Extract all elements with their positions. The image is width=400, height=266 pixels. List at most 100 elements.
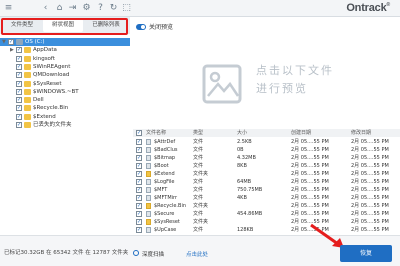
cell-size: 128KB bbox=[237, 227, 254, 233]
table-row[interactable]: ✓ $UpCase 文件 128KB 2月 05....55 PM 2月 05....55… bbox=[133, 226, 400, 234]
expand-toggle-icon[interactable]: ▼ bbox=[2, 38, 6, 46]
col-modified[interactable]: 修改日期 bbox=[351, 129, 400, 137]
tree-checkbox[interactable]: ✓ bbox=[16, 72, 22, 79]
table-row[interactable]: ✓ $MFTMirr 文件 4KB 2月 05....55 PM 2月 05....55 … bbox=[133, 194, 400, 202]
row-checkbox[interactable]: ✓ bbox=[136, 179, 142, 185]
row-checkbox[interactable]: ✓ bbox=[136, 195, 142, 201]
refresh-icon[interactable]: ↻ bbox=[108, 3, 119, 14]
col-created[interactable]: 创建日期 bbox=[291, 129, 341, 137]
file-icon bbox=[146, 211, 151, 217]
tree-item[interactable]: ✓ $WINDOWS.~BT bbox=[0, 88, 130, 96]
tree-checkbox[interactable]: ✓ bbox=[16, 47, 22, 54]
tree-checkbox[interactable]: ✓ bbox=[8, 39, 14, 45]
settings-icon[interactable]: ⚙ bbox=[81, 3, 92, 14]
row-checkbox[interactable]: ✓ bbox=[136, 155, 142, 161]
table-row[interactable]: ✓ $BadClus 文件 0B 2月 05....55 PM 2月 05....55 P… bbox=[133, 146, 400, 154]
table-row[interactable]: ✓ $Boot 文件 8KB 2月 05....55 PM 2月 05....55 PM bbox=[133, 162, 400, 170]
tree-item[interactable]: ✓ $SysReset bbox=[0, 80, 130, 88]
file-table: ✓ 文件名称 类型 大小 创建日期 修改日期 ✓ $AttrDef 文件 2.5KB 2… bbox=[133, 129, 400, 235]
tree-checkbox[interactable]: ✓ bbox=[16, 113, 22, 120]
table-row[interactable]: ✓ $AttrDef 文件 2.5KB 2月 05....55 PM 2月 05....5… bbox=[133, 138, 400, 146]
tree-item-label: $Extend bbox=[33, 113, 56, 120]
help-icon[interactable]: ? bbox=[95, 3, 106, 14]
menu-icon[interactable]: ≡ bbox=[3, 3, 14, 14]
tree-checkbox[interactable]: ✓ bbox=[16, 105, 22, 112]
cell-name: $MFTMirr bbox=[154, 195, 178, 201]
row-checkbox[interactable]: ✓ bbox=[136, 227, 142, 233]
cell-created: 2月 05....55 PM bbox=[291, 163, 329, 169]
table-row[interactable]: ✓ $Recycle.Bin 文件夹 2月 05....55 PM 2月 05....5… bbox=[133, 202, 400, 210]
row-checkbox[interactable]: ✓ bbox=[136, 171, 142, 177]
file-icon bbox=[146, 179, 151, 185]
folder-icon bbox=[24, 97, 31, 104]
cell-name: $Secure bbox=[154, 211, 175, 217]
col-name[interactable]: 文件名称 bbox=[146, 129, 196, 137]
folder-icon bbox=[146, 203, 151, 209]
tree-item-label: $WINDOWS.~BT bbox=[33, 88, 79, 95]
tree-checkbox[interactable]: ✓ bbox=[16, 80, 22, 87]
cell-modified: 2月 05....55 PM bbox=[351, 171, 389, 177]
row-checkbox[interactable]: ✓ bbox=[136, 147, 142, 153]
cell-type: 文件夹 bbox=[193, 219, 209, 225]
cell-type: 文件 bbox=[193, 147, 204, 153]
back-icon[interactable]: ‹ bbox=[40, 3, 51, 14]
row-checkbox[interactable]: ✓ bbox=[136, 219, 142, 225]
tree-item[interactable]: ✓ $Extend bbox=[0, 113, 130, 121]
table-row[interactable]: ✓ $Secure 文件 454.86MB 2月 05....55 PM 2月 05...… bbox=[133, 210, 400, 218]
tree-item-label: Dell bbox=[33, 97, 44, 104]
select-all-checkbox[interactable]: ✓ bbox=[136, 130, 142, 136]
tree-checkbox[interactable]: ✓ bbox=[16, 122, 22, 128]
cell-modified: 2月 05....55 PM bbox=[351, 147, 389, 153]
file-icon bbox=[146, 163, 151, 169]
deep-scan-link[interactable]: 点击此处 bbox=[186, 250, 208, 258]
deep-scan-radio[interactable] bbox=[133, 250, 139, 256]
tree-checkbox[interactable]: ✓ bbox=[16, 55, 22, 62]
expand-toggle-icon[interactable]: ▶ bbox=[10, 46, 14, 54]
tree-item[interactable]: ✓ QMDownload bbox=[0, 71, 130, 79]
maximize-icon[interactable]: ⬚ bbox=[121, 3, 132, 14]
forward-icon[interactable]: ⇥ bbox=[67, 3, 78, 14]
cell-modified: 2月 05....55 PM bbox=[351, 187, 389, 193]
home-icon[interactable]: ⌂ bbox=[54, 3, 65, 14]
cell-name: $UpCase bbox=[154, 227, 177, 233]
row-checkbox[interactable]: ✓ bbox=[136, 203, 142, 209]
tree-item[interactable]: ✓ kingsoft bbox=[0, 55, 130, 63]
col-size[interactable]: 大小 bbox=[237, 129, 277, 137]
cell-name: $LogFile bbox=[154, 179, 175, 185]
table-row[interactable]: ✓ $Bitmap 文件 4.32MB 2月 05....55 PM 2月 05....5… bbox=[133, 154, 400, 162]
recover-button[interactable]: 恢复 bbox=[340, 245, 392, 262]
cell-type: 文件 bbox=[193, 211, 204, 217]
table-row[interactable]: ✓ $Extend 文件夹 2月 05....55 PM 2月 05....55 PM bbox=[133, 170, 400, 178]
tree-item[interactable]: ▶ ✓ AppData bbox=[0, 46, 130, 54]
cell-name: $BadClus bbox=[154, 147, 178, 153]
cell-created: 2月 05....55 PM bbox=[291, 195, 329, 201]
table-row[interactable]: ✓ $LogFile 文件 64MB 2月 05....55 PM 2月 05....55… bbox=[133, 178, 400, 186]
cell-created: 2月 05....55 PM bbox=[291, 211, 329, 217]
cell-type: 文件 bbox=[193, 195, 204, 201]
cell-size: 2.5KB bbox=[237, 139, 252, 145]
tree-item[interactable]: ✓ Dell bbox=[0, 96, 130, 104]
tree-item[interactable]: ✓ $Recycle.Bin bbox=[0, 104, 130, 112]
row-checkbox[interactable]: ✓ bbox=[136, 187, 142, 193]
preview-image-icon bbox=[202, 64, 242, 104]
table-row[interactable]: ✓ $SysReset 文件夹 2月 05....55 PM 2月 05....55 P… bbox=[133, 218, 400, 226]
cell-size: 4.32MB bbox=[237, 155, 256, 161]
tree-item[interactable]: ✓ 已丢失的文件夹 bbox=[0, 121, 130, 129]
tree-item[interactable]: ▼ ✓ OS (C:) bbox=[0, 38, 130, 46]
col-type[interactable]: 类型 bbox=[193, 129, 223, 137]
table-row[interactable]: ✓ $MFT 文件 750.75MB 2月 05....55 PM 2月 05....55… bbox=[133, 186, 400, 194]
tree-checkbox[interactable]: ✓ bbox=[16, 63, 22, 70]
file-icon bbox=[146, 155, 151, 161]
tree-checkbox[interactable]: ✓ bbox=[16, 97, 22, 104]
preview-toggle[interactable] bbox=[136, 24, 146, 30]
folder-icon bbox=[24, 113, 31, 120]
tree-item[interactable]: ✓ SWinREAgent bbox=[0, 63, 130, 71]
cell-modified: 2月 05....55 PM bbox=[351, 203, 389, 209]
row-checkbox[interactable]: ✓ bbox=[136, 163, 142, 169]
row-checkbox[interactable]: ✓ bbox=[136, 139, 142, 145]
cell-type: 文件 bbox=[193, 163, 204, 169]
tree-checkbox[interactable]: ✓ bbox=[16, 88, 22, 95]
cell-modified: 2月 05....55 PM bbox=[351, 155, 389, 161]
row-checkbox[interactable]: ✓ bbox=[136, 211, 142, 217]
app-window: ≡ ‹ ⌂ ⇥ ⚙ ? ↻ ⬚ Ontrack® 文件类型 树状视图 已删除列表… bbox=[0, 0, 400, 266]
